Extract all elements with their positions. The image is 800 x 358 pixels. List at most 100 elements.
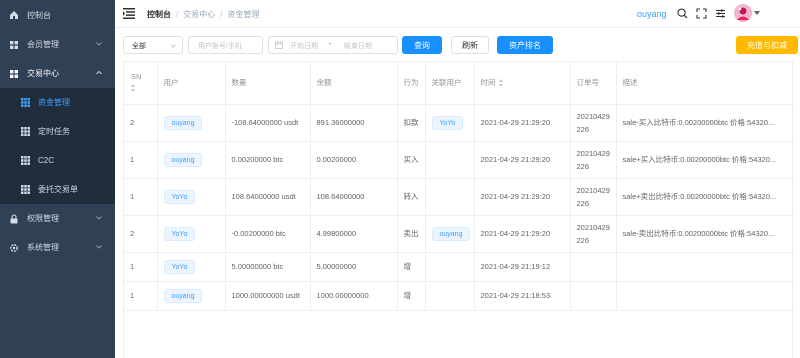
cell-balance: 5.00000000: [310, 252, 398, 282]
cell-sn: 1: [124, 252, 158, 282]
username[interactable]: ouyang: [637, 9, 667, 19]
sidebar-item-orders[interactable]: 委托交易单: [0, 175, 115, 204]
column-header-order-no: 订单号: [570, 62, 617, 105]
sidebar-item-scheduled-tasks[interactable]: 定时任务: [0, 117, 115, 146]
cell-user: YoYo: [157, 252, 226, 282]
sort-icon[interactable]: [498, 78, 504, 88]
column-header-sn[interactable]: SN: [124, 62, 158, 105]
caret-down-icon[interactable]: [754, 11, 760, 15]
cell-related-user: [425, 281, 475, 311]
chevron-down-icon: [96, 42, 102, 46]
cell-order-no: [570, 281, 617, 311]
cell-user: ouyang: [157, 104, 226, 142]
sidebar-item-dashboard[interactable]: 控制台: [0, 0, 115, 30]
sidebar-item-members[interactable]: 会员管理: [0, 30, 115, 59]
calendar-icon: [275, 41, 283, 49]
user-tag: YoYo: [163, 189, 196, 204]
chevron-down-icon: [96, 245, 102, 249]
sidebar-item-label: 资金管理: [38, 98, 70, 107]
cell-description: sale+卖出比特币:0.00200000btc 价格:54320...: [616, 178, 794, 216]
sidebar-item-permissions[interactable]: 权限管理: [0, 204, 115, 233]
sort-icon[interactable]: [131, 84, 136, 93]
account-search-input[interactable]: 用户账号/手机: [188, 36, 263, 54]
cell-sn: 2: [124, 104, 158, 142]
table-row: 2 YoYo -0.00200000 btc 4.99800000 卖出 ouyang 20…: [124, 215, 794, 253]
query-button[interactable]: 查询: [402, 36, 442, 54]
cell-action: 买入: [397, 141, 426, 179]
cell-time: 2021-04-29 21:29:20: [474, 141, 571, 179]
cell-description: [616, 252, 794, 282]
cell-related-user: [425, 178, 475, 216]
cell-amount: 108.64000000 usdt: [225, 178, 311, 216]
cell-order-no: 20210429 226: [570, 215, 617, 253]
asset-ranking-button[interactable]: 资产排名: [497, 36, 553, 54]
settings-sliders-icon[interactable]: [715, 8, 726, 19]
table-header-row: SN 用户 数量 余额 行为 关联用户 时间 订单号 描述: [124, 62, 794, 105]
table-icon: [21, 156, 30, 165]
cell-action: 扣款: [397, 104, 426, 142]
cell-action: 增: [397, 281, 426, 311]
search-icon[interactable]: [677, 8, 688, 19]
chevron-up-icon: [96, 70, 102, 75]
date-range-picker[interactable]: 开始日期 - 结束日期: [268, 36, 398, 54]
cell-description: sale-买入比特币:0.00200000btc 价格:54320...: [616, 104, 794, 142]
column-header-user: 用户: [157, 62, 226, 105]
lock-icon: [9, 213, 19, 224]
column-header-time[interactable]: 时间: [474, 62, 571, 105]
cell-related-user: YoYo: [425, 104, 475, 142]
sidebar-item-label: 委托交易单: [38, 185, 78, 194]
fullscreen-icon[interactable]: [696, 8, 707, 19]
cell-order-no: 20210429 226: [570, 104, 617, 142]
cell-amount: -108.64000000 usdt: [225, 104, 311, 142]
fund-table: SN 用户 数量 余额 行为 关联用户 时间 订单号 描述 2 ouyang -10…: [123, 61, 794, 358]
grid-icon: [9, 69, 19, 79]
user-tag: ouyang: [163, 115, 203, 130]
cell-order-no: 20210429 226: [570, 141, 617, 179]
refresh-button[interactable]: 刷新: [451, 36, 489, 54]
cell-sn: 1: [124, 141, 158, 179]
start-date-placeholder: 开始日期: [290, 43, 318, 50]
table-row: 1 ouyang 1000.00000000 usdt 1000.00000000 增 2…: [124, 281, 794, 311]
cell-balance: 4.99800000: [310, 215, 398, 253]
cell-sn: 1: [124, 178, 158, 216]
cell-time: 2021-04-29 21:29:20: [474, 178, 571, 216]
column-header-action: 行为: [397, 62, 426, 105]
cell-order-no: 20210429 226: [570, 178, 617, 216]
sidebar-item-c2c[interactable]: C2C: [0, 146, 115, 175]
column-header-amount: 数量: [225, 62, 311, 105]
breadcrumb: 控制台 / 交易中心 / 资金管理: [147, 10, 260, 19]
cell-user: ouyang: [157, 141, 226, 179]
hamburger-icon[interactable]: [123, 8, 135, 19]
sidebar-item-label: 控制台: [27, 10, 51, 20]
cell-description: sale+买入比特币:0.00200000btc 价格:54320...: [616, 141, 794, 179]
column-header-description: 描述: [616, 62, 794, 105]
grid-icon: [9, 40, 19, 50]
chevron-down-icon: [170, 44, 176, 48]
breadcrumb-dashboard[interactable]: 控制台: [147, 10, 171, 19]
cell-balance: 891.36000000: [310, 104, 398, 142]
date-separator: -: [329, 41, 332, 48]
cell-description: [616, 281, 794, 311]
table-icon: [21, 185, 30, 194]
sidebar-item-fund-management[interactable]: 资金管理: [0, 88, 115, 117]
cell-balance: 0.00200000: [310, 141, 398, 179]
cell-amount: 0.00200000 btc: [225, 141, 311, 179]
table-icon: [21, 98, 30, 107]
cell-time: 2021-04-29 21:29:20: [474, 104, 571, 142]
sidebar-item-system[interactable]: 系统管理: [0, 233, 115, 262]
user-tag: YoYo: [163, 259, 196, 274]
cell-related-user: ouyang: [425, 215, 475, 253]
type-select[interactable]: 全部: [123, 36, 183, 54]
cell-action: 增: [397, 252, 426, 282]
avatar[interactable]: [734, 4, 752, 22]
cell-action: 转入: [397, 178, 426, 216]
recharge-deduct-button[interactable]: 充值与扣减: [736, 36, 798, 54]
cell-description: sale-卖出比特币:0.00200000btc 价格:54320...: [616, 215, 794, 253]
breadcrumb-trading-center[interactable]: 交易中心: [183, 10, 215, 19]
sidebar: 控制台 会员管理 交易中心 资金管理 定时任务 C2C 委托交易单 权限管理 系…: [0, 0, 115, 358]
cell-related-user: [425, 252, 475, 282]
table-row: 2 ouyang -108.64000000 usdt 891.36000000 扣款 Y…: [124, 104, 794, 142]
sidebar-item-trading-center[interactable]: 交易中心: [0, 59, 115, 88]
cell-amount: 5.00000000 btc: [225, 252, 311, 282]
cell-balance: 1000.00000000: [310, 281, 398, 311]
